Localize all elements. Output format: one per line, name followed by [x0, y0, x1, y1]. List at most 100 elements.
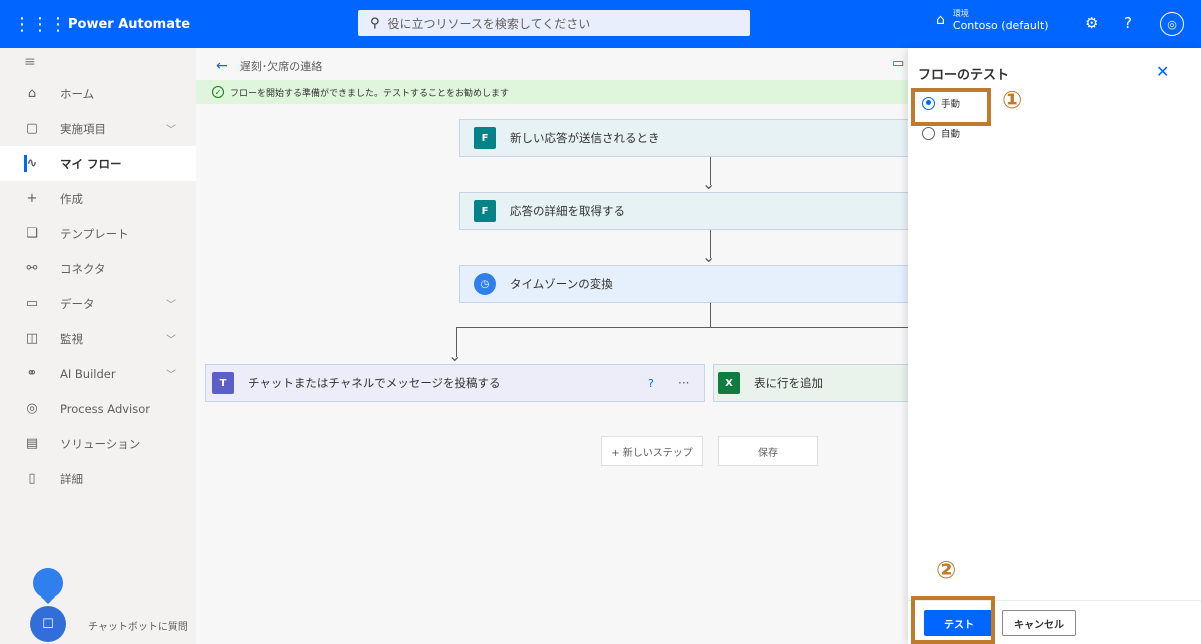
branch-line — [456, 327, 908, 328]
comment-icon[interactable]: ▭ — [892, 56, 904, 71]
step-title: 応答の詳細を取得する — [510, 204, 625, 218]
radio-unselected-icon — [922, 126, 935, 140]
teams-icon: T — [212, 372, 234, 394]
banner-text: フローを開始する準備ができました。テストすることをお勧めします — [230, 88, 510, 99]
nav-item-create[interactable]: + 作成 — [0, 181, 196, 216]
ready-banner: ✓ フローを開始する準備ができました。テストすることをお勧めします — [196, 80, 908, 104]
nav-item-label: テンプレート — [60, 226, 129, 241]
forms-icon: F — [474, 127, 496, 149]
nav-item-monitor[interactable]: ◫ 監視 ﹀ — [0, 321, 196, 356]
search-icon: ⚲ — [370, 15, 380, 31]
cancel-button[interactable]: キャンセル — [1002, 610, 1076, 636]
home-icon: ⌂ — [27, 86, 37, 101]
app-name[interactable]: Power Automate — [68, 17, 190, 32]
annotation-number-1: ① — [1002, 86, 1023, 114]
nav-item-label: Process Advisor — [60, 401, 151, 416]
excel-icon: X — [718, 372, 740, 394]
radio-label: 自動 — [941, 129, 961, 140]
breadcrumb: ← 遅刻･欠席の連絡 — [216, 58, 322, 74]
checkmark-icon: ✓ — [212, 86, 224, 98]
nav-item-learn[interactable]: ▯ 詳細 — [0, 461, 196, 496]
top-bar: ⋮⋮⋮ Power Automate ⚲ 役に立つリソースを検索してください ⌂… — [0, 0, 1201, 48]
annotation-box-2 — [911, 596, 995, 644]
nav-item-label: 作成 — [60, 191, 83, 206]
new-step-button[interactable]: + 新しいステップ — [601, 436, 703, 466]
app-launcher-icon[interactable]: ⋮⋮⋮ — [13, 0, 67, 48]
help-circle-icon[interactable]: ? — [648, 377, 654, 390]
avatar[interactable]: ◎ — [1160, 12, 1184, 36]
nav-item-data[interactable]: ▭ データ ﹀ — [0, 286, 196, 321]
nav-item-label: ソリューション — [60, 436, 141, 451]
flow-name: 遅刻･欠席の連絡 — [239, 60, 323, 73]
save-button[interactable]: 保存 — [718, 436, 818, 466]
chatbot-label[interactable]: チャットボットに質問 — [88, 618, 188, 633]
more-options-icon[interactable]: ··· — [678, 376, 689, 390]
hamburger-icon[interactable]: ≡ — [24, 48, 196, 76]
chevron-down-icon: ﹀ — [166, 370, 176, 381]
database-icon: ▭ — [25, 296, 39, 311]
monitor-icon: ◫ — [25, 331, 39, 346]
nav-item-label: ホーム — [60, 86, 95, 101]
nav-item-label: 実施項目 — [60, 121, 106, 136]
left-navigation: ≡ ⌂ ホーム ▢ 実施項目 ﹀ ∿ マイ フロー + 作成 ❏ テンプレート … — [0, 48, 196, 644]
settings-icon[interactable]: ⚙ — [1085, 14, 1098, 32]
radio-auto[interactable]: 自動 — [922, 126, 960, 140]
environment-picker[interactable]: ⌂ 環境 Contoso (default) — [936, 8, 1049, 32]
close-icon[interactable]: ✕ — [1156, 62, 1169, 81]
arrow-down-icon: ⌄ — [702, 247, 716, 266]
solution-icon: ▤ — [25, 436, 39, 451]
nav-item-templates[interactable]: ❏ テンプレート — [0, 216, 196, 251]
annotation-number-2: ② — [936, 556, 957, 584]
clipboard-icon: ▢ — [25, 121, 39, 136]
nav-item-ai-builder[interactable]: ⚭ AI Builder ﹀ — [0, 356, 196, 391]
ai-icon: ⚭ — [26, 366, 38, 381]
chat-bubble-icon — [33, 568, 63, 598]
plus-icon: + — [26, 191, 38, 206]
nav-item-my-flows[interactable]: ∿ マイ フロー — [0, 146, 196, 181]
environment-icon: ⌂ — [936, 12, 945, 28]
nav-item-label: マイ フロー — [60, 156, 122, 171]
step-title: タイムゾーンの変換 — [510, 277, 613, 291]
test-flow-panel: フローのテスト ✕ 手動 自動 テスト キャンセル — [908, 48, 1201, 644]
nav-item-label: 詳細 — [60, 471, 83, 486]
arrow-down-icon: ⌄ — [448, 346, 462, 365]
connector-line — [710, 303, 711, 327]
chevron-down-icon: ﹀ — [166, 335, 176, 346]
nav-item-process-advisor[interactable]: ◎ Process Advisor — [0, 391, 196, 426]
book-icon: ▯ — [28, 471, 36, 486]
flow-icon: ∿ — [26, 156, 38, 171]
nav-item-home[interactable]: ⌂ ホーム — [0, 76, 196, 111]
search-box[interactable]: ⚲ 役に立つリソースを検索してください — [358, 10, 750, 36]
back-arrow-icon[interactable]: ← — [216, 58, 228, 74]
flow-designer-canvas: ← 遅刻･欠席の連絡 ▭ ✓ フローを開始する準備ができました。テストすることを… — [196, 48, 908, 644]
template-icon: ❏ — [26, 226, 38, 241]
environment-label: 環境 — [952, 9, 969, 18]
connector-icon: ⚯ — [26, 261, 38, 276]
nav-item-action-items[interactable]: ▢ 実施項目 ﹀ — [0, 111, 196, 146]
nav-item-label: コネクタ — [60, 261, 106, 276]
forms-icon: F — [474, 200, 496, 222]
nav-item-label: データ — [60, 296, 95, 311]
annotation-box-1 — [911, 88, 991, 126]
step-title: チャットまたはチャネルでメッセージを投稿する — [248, 376, 501, 390]
flow-step-excel-add-row[interactable]: X 表に行を追加 — [713, 364, 908, 402]
nav-item-label: AI Builder — [60, 366, 116, 381]
chevron-down-icon: ﹀ — [166, 125, 176, 136]
arrow-down-icon: ⌄ — [702, 174, 716, 193]
flow-step-teams-post[interactable]: T チャットまたはチャネルでメッセージを投稿する ? ··· — [205, 364, 705, 402]
step-title: 表に行を追加 — [754, 376, 823, 390]
process-icon: ◎ — [26, 401, 38, 416]
chatbot-button[interactable]: ☐ — [30, 606, 66, 642]
nav-item-solutions[interactable]: ▤ ソリューション — [0, 426, 196, 461]
flow-step-forms-details[interactable]: F 応答の詳細を取得する — [459, 192, 908, 230]
chevron-down-icon: ﹀ — [166, 300, 176, 311]
flow-step-convert-timezone[interactable]: ◷ タイムゾーンの変換 — [459, 265, 908, 303]
nav-item-label: 監視 — [60, 331, 83, 346]
flow-step-forms-trigger[interactable]: F 新しい応答が送信されるとき — [459, 119, 908, 157]
search-placeholder: 役に立つリソースを検索してください — [387, 16, 591, 31]
nav-item-connectors[interactable]: ⚯ コネクタ — [0, 251, 196, 286]
help-icon[interactable]: ? — [1124, 14, 1132, 32]
clock-icon: ◷ — [474, 273, 496, 295]
panel-title: フローのテスト — [918, 68, 1010, 83]
environment-name: Contoso (default) — [952, 19, 1049, 32]
